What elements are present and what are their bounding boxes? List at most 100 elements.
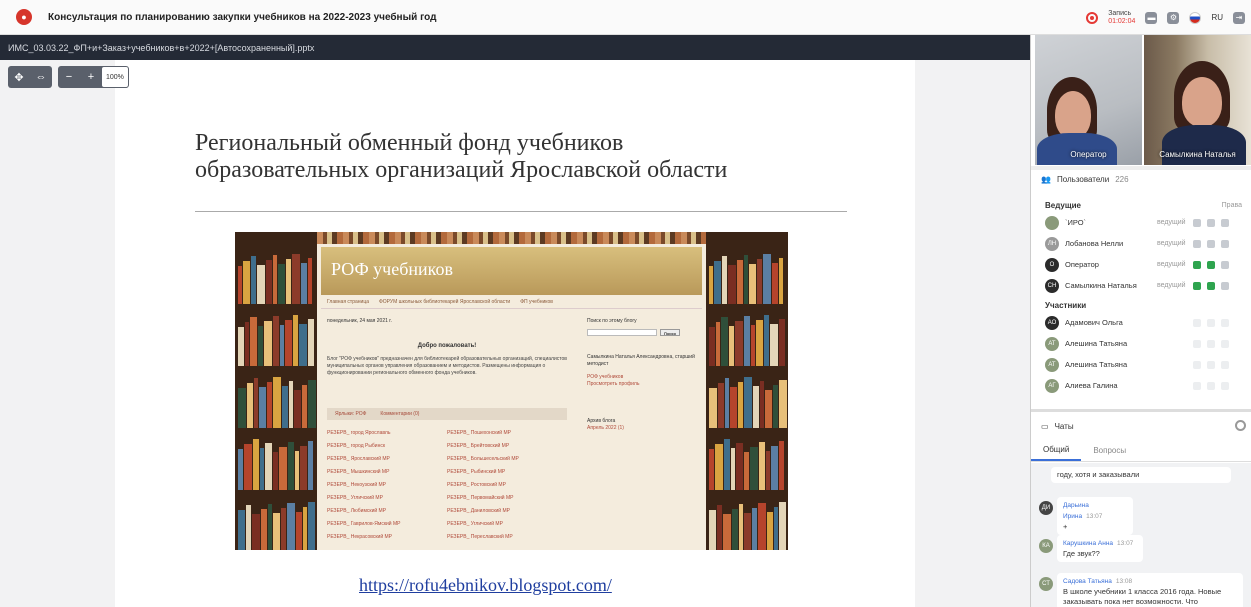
avatar: АТ — [1045, 336, 1059, 351]
avatar — [1045, 215, 1059, 230]
blog-link: РЕЗЕРВ_ город Ярославль — [327, 430, 391, 436]
book — [773, 385, 778, 428]
book — [308, 380, 316, 428]
book — [749, 264, 756, 304]
shelf-row — [235, 310, 317, 366]
microphone-icon[interactable] — [1193, 260, 1201, 269]
user-role: ведущий — [1157, 219, 1186, 226]
user-name: Лобанова Нелли — [1065, 239, 1124, 248]
hosts-list: `ИРО` ведущий ЛН Лобанова Нелли ведущий О Опер… — [1031, 212, 1251, 296]
book — [285, 320, 292, 366]
book — [770, 324, 778, 366]
screen-share-icon[interactable] — [1221, 260, 1229, 269]
book — [303, 507, 307, 550]
move-icon[interactable]: ✥ — [8, 66, 30, 88]
user-name: `ИРО` — [1065, 218, 1087, 227]
book — [238, 266, 242, 304]
blog-link: РЕЗЕРВ_ город Рыбинск — [327, 443, 386, 449]
video-tile-samylkina[interactable]: Самылкина Наталья — [1144, 35, 1251, 165]
book — [278, 264, 285, 304]
microphone-icon[interactable] — [1193, 360, 1201, 369]
book — [295, 451, 299, 490]
camera-icon[interactable] — [1207, 381, 1215, 390]
video-tile-operator[interactable]: Оператор — [1035, 35, 1142, 165]
record-icon[interactable] — [1086, 11, 1099, 24]
microphone-icon[interactable] — [1193, 381, 1201, 390]
book — [774, 507, 778, 550]
blog-labels: Ярлыки: РОФ — [335, 410, 367, 417]
tab-questions[interactable]: Вопросы — [1081, 440, 1138, 461]
camera-icon[interactable] — [1207, 339, 1215, 348]
language-label[interactable]: RU — [1211, 13, 1223, 22]
tab-general[interactable]: Общий — [1031, 440, 1082, 461]
slide-link[interactable]: https://rofu4ebnikov.blogspot.com/ — [359, 575, 612, 596]
language-flag-icon[interactable] — [1189, 11, 1202, 24]
chat-settings-icon[interactable] — [1235, 420, 1246, 431]
fit-width-icon[interactable]: ⇔ — [30, 66, 52, 88]
book — [238, 510, 245, 550]
blog-link: РЕЗЕРВ_ Рыбинский МР — [447, 469, 506, 475]
participant-row[interactable]: АТ Алешина Татьяна — [1031, 333, 1251, 354]
screen-share-icon[interactable] — [1221, 239, 1229, 248]
zoom-out-button[interactable]: − — [58, 66, 80, 88]
participant-face — [1055, 91, 1091, 139]
users-header[interactable]: 👥 Пользователи 226 — [1041, 171, 1129, 187]
microphone-icon[interactable] — [1193, 318, 1201, 327]
book — [756, 320, 763, 366]
camera-icon[interactable] — [1207, 260, 1215, 269]
screen-share-icon[interactable] — [1221, 381, 1229, 390]
screen-share-icon[interactable] — [1221, 360, 1229, 369]
chat-divider[interactable] — [1031, 409, 1251, 412]
layout-icon[interactable]: ▬ — [1145, 11, 1158, 24]
book — [751, 325, 755, 366]
zoom-level[interactable]: 100% — [102, 67, 128, 87]
book — [257, 265, 265, 304]
participant-row[interactable]: АГ Алиева Галина — [1031, 375, 1251, 396]
participant-row[interactable]: АТ Алешина Татьяна — [1031, 354, 1251, 375]
microphone-icon[interactable] — [1193, 218, 1201, 227]
book — [273, 316, 279, 366]
meeting-title: Консультация по планированию закупки уче… — [48, 11, 437, 23]
blog-tab: ФП учебников — [520, 298, 553, 305]
hosts-section-header: Ведущие Права — [1031, 198, 1251, 212]
participant-row[interactable]: АО Адамович Ольга — [1031, 312, 1251, 333]
host-row[interactable]: О Оператор ведущий — [1031, 254, 1251, 275]
chat-message-meta: Карушкина Анна 13:07 — [1063, 538, 1137, 549]
slide-title-line-1: Региональный обменный фонд учебников — [195, 130, 624, 156]
panel-divider[interactable] — [1031, 166, 1251, 170]
camera-icon[interactable] — [1207, 218, 1215, 227]
blog-tabs: Главная страница ФОРУМ школьных библиотек… — [321, 295, 702, 309]
book — [736, 443, 743, 490]
host-row[interactable]: ЛН Лобанова Нелли ведущий — [1031, 233, 1251, 254]
participant-body — [1037, 133, 1117, 165]
chat-message: Садова Татьяна 13:08 В школе учебники 1 кл… — [1057, 573, 1243, 607]
screen-share-icon[interactable] — [1221, 318, 1229, 327]
camera-icon[interactable] — [1207, 318, 1215, 327]
exit-icon[interactable]: ⇥ — [1233, 11, 1245, 24]
slide-title-line-2: образовательных организаций Ярославской … — [195, 157, 728, 183]
screen-share-icon[interactable] — [1221, 281, 1229, 290]
avatar: СН — [1045, 278, 1059, 293]
user-name: Оператор — [1065, 260, 1099, 269]
host-row[interactable]: СН Самылкина Наталья ведущий — [1031, 275, 1251, 296]
host-row[interactable]: `ИРО` ведущий — [1031, 212, 1251, 233]
microphone-icon[interactable] — [1193, 339, 1201, 348]
screen-share-icon[interactable] — [1221, 339, 1229, 348]
chat-text: Где звук?? — [1063, 549, 1100, 558]
microphone-icon[interactable] — [1193, 239, 1201, 248]
camera-icon[interactable] — [1207, 360, 1215, 369]
book — [714, 261, 721, 304]
shelf-row — [706, 496, 788, 550]
users-title: Пользователи — [1056, 174, 1110, 184]
screen-share-icon[interactable] — [1221, 218, 1229, 227]
book — [744, 316, 750, 366]
camera-icon[interactable] — [1207, 239, 1215, 248]
participants-title: Участники — [1045, 300, 1087, 310]
settings-icon[interactable]: ⚙ — [1167, 11, 1180, 24]
book — [765, 390, 772, 428]
camera-icon[interactable] — [1207, 281, 1215, 290]
book — [238, 449, 243, 490]
zoom-in-button[interactable]: + — [80, 66, 102, 88]
microphone-icon[interactable] — [1193, 281, 1201, 290]
video-tiles: Оператор Самылкина Наталья — [1035, 35, 1251, 165]
